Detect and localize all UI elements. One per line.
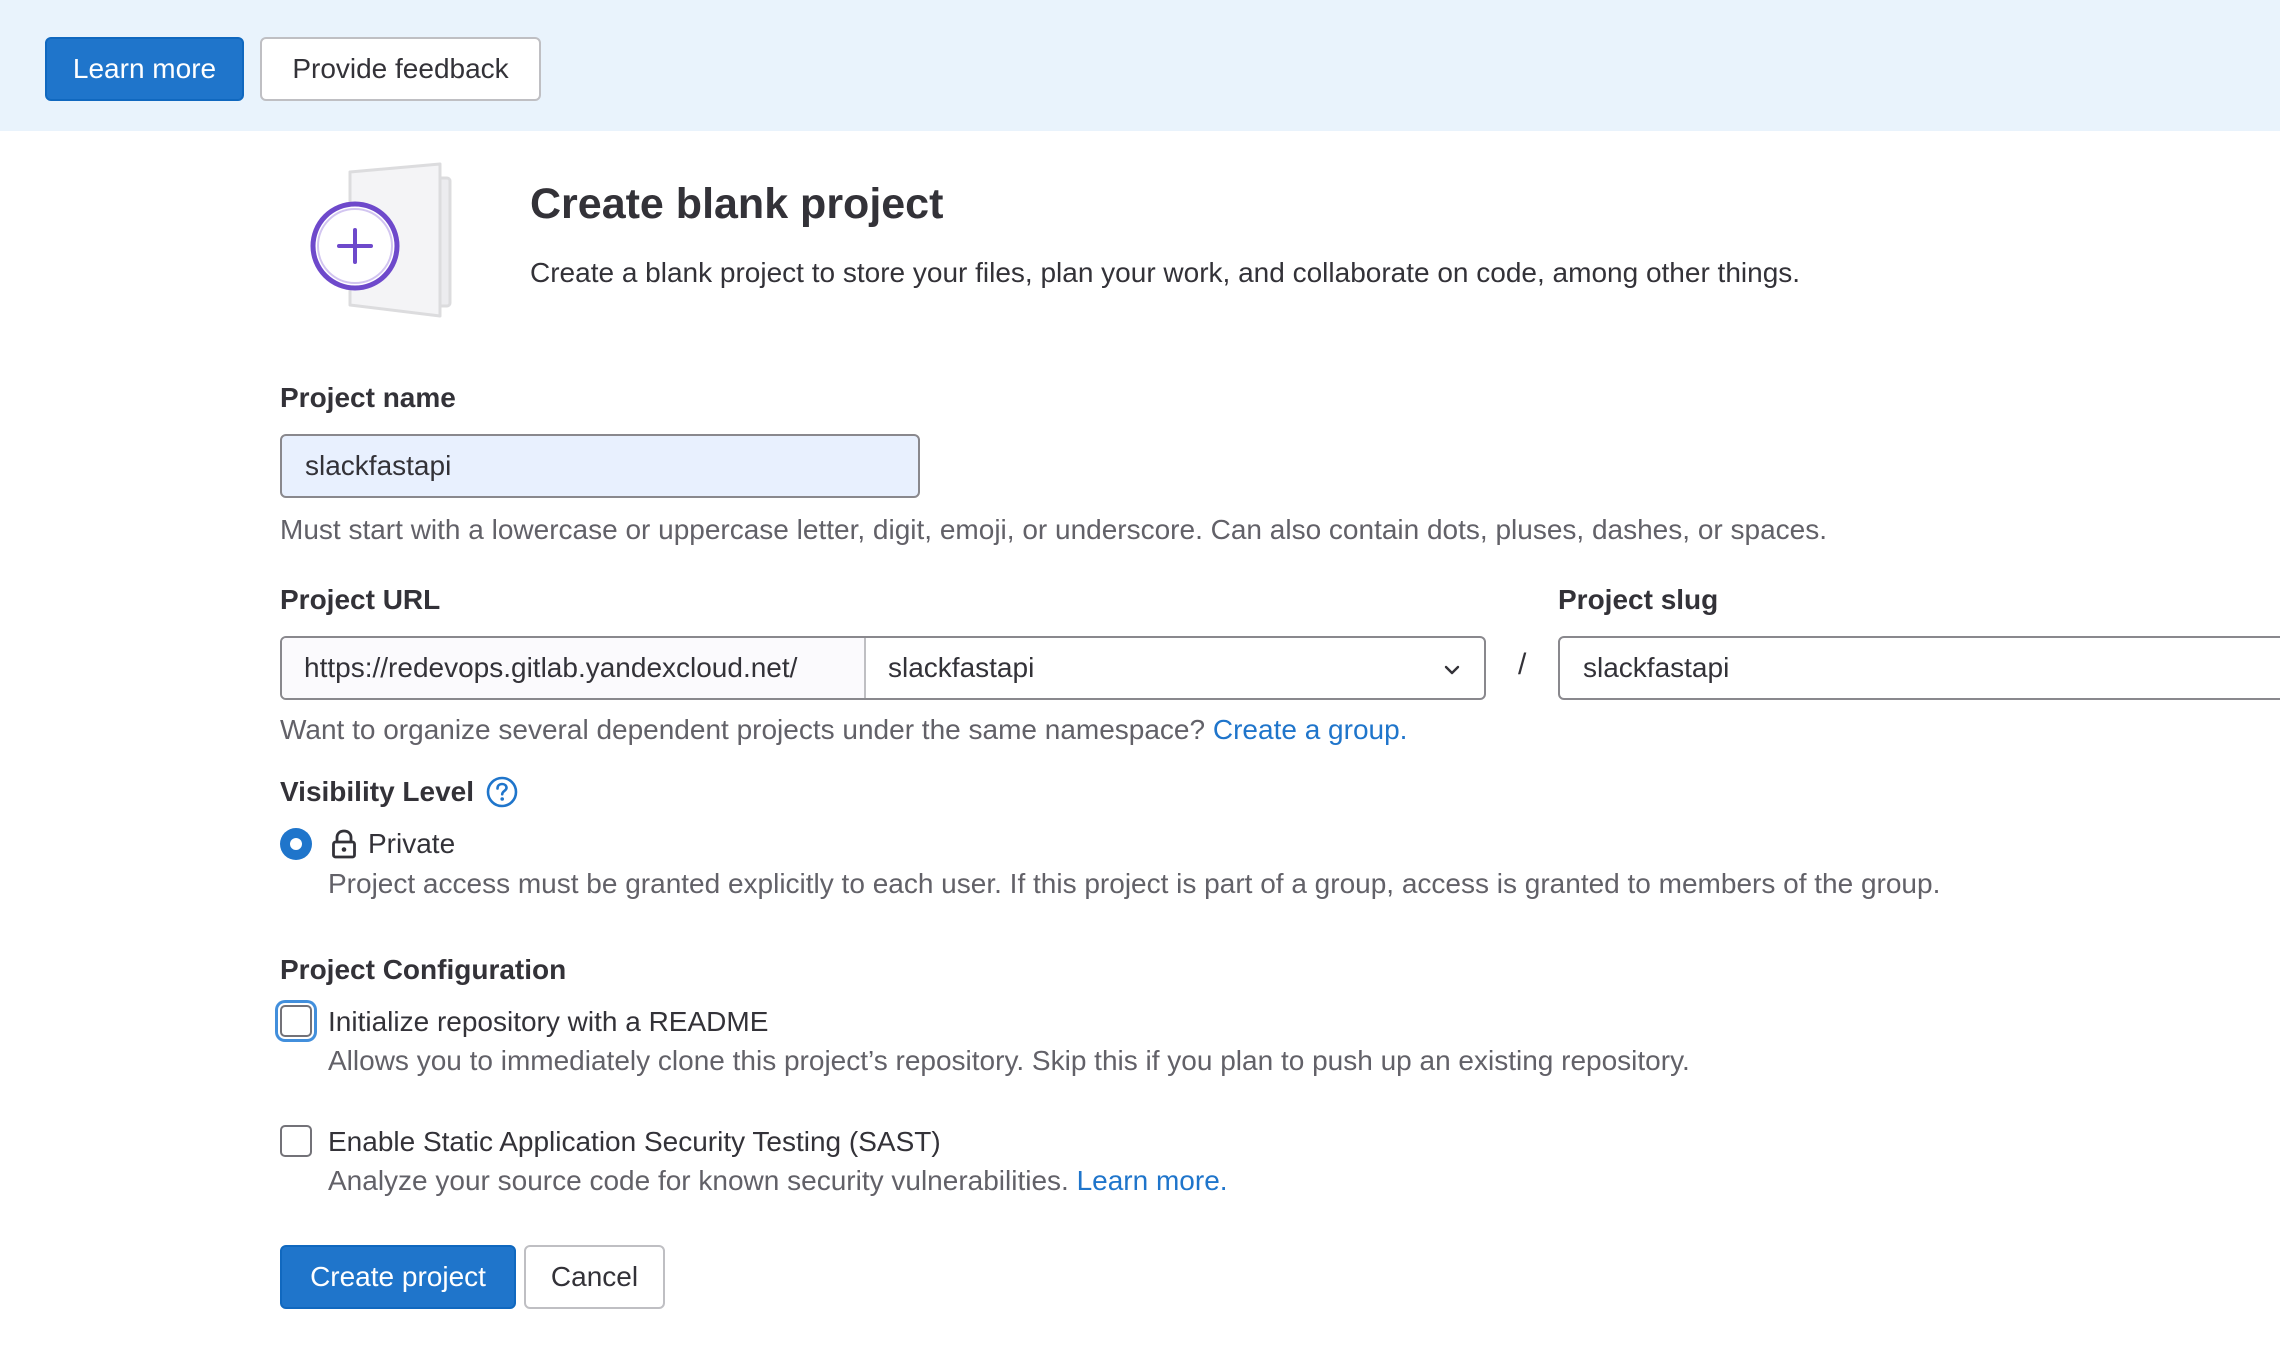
blank-project-illustration [310, 162, 452, 318]
sast-help-text: Analyze your source code for known secur… [328, 1165, 1069, 1196]
page-title: Create blank project [530, 180, 944, 228]
project-slug-input[interactable]: slackfastapi [1558, 636, 2280, 700]
project-url-help: Want to organize several dependent proje… [280, 714, 1407, 746]
page-description: Create a blank project to store your fil… [530, 257, 1801, 288]
project-url-help-text: Want to organize several dependent proje… [280, 714, 1206, 745]
project-slug-label: Project slug [1558, 584, 1719, 615]
project-name-help: Must start with a lowercase or uppercase… [280, 514, 1827, 545]
namespace-dropdown[interactable]: slackfastapi [866, 638, 1484, 698]
learn-more-button[interactable]: Learn more [45, 37, 244, 101]
cancel-button[interactable]: Cancel [524, 1245, 665, 1309]
project-configuration-label: Project Configuration [280, 954, 567, 985]
readme-help: Allows you to immediately clone this pro… [328, 1045, 1690, 1076]
url-separator: / [1518, 648, 1527, 681]
readme-label: Initialize repository with a README [328, 1006, 769, 1037]
question-circle-icon[interactable] [485, 775, 519, 809]
project-url-label: Project URL [280, 584, 441, 615]
chevron-down-icon [1444, 665, 1460, 675]
visibility-level-label: Visibility Level [280, 776, 475, 807]
project-url-group: https://redevops.gitlab.yandexcloud.net/… [280, 636, 1486, 700]
plus-icon [310, 201, 400, 291]
project-url-prefix: https://redevops.gitlab.yandexcloud.net/ [282, 638, 866, 698]
provide-feedback-button[interactable]: Provide feedback [260, 37, 541, 101]
sast-label: Enable Static Application Security Testi… [328, 1126, 941, 1157]
create-group-link[interactable]: Create a group. [1213, 714, 1408, 745]
sast-help: Analyze your source code for known secur… [328, 1165, 1228, 1197]
visibility-private-help: Project access must be granted explicitl… [328, 868, 1941, 899]
project-name-label: Project name [280, 382, 456, 413]
project-name-input[interactable]: slackfastapi [280, 434, 920, 498]
visibility-private-label: Private [368, 828, 456, 859]
namespace-value: slackfastapi [888, 652, 1035, 683]
create-project-button[interactable]: Create project [280, 1245, 516, 1309]
readme-checkbox[interactable] [280, 1005, 312, 1037]
lock-icon [332, 829, 356, 859]
sast-learn-more-link[interactable]: Learn more. [1077, 1165, 1228, 1196]
sast-checkbox[interactable] [280, 1125, 312, 1157]
visibility-private-radio[interactable] [280, 828, 312, 860]
